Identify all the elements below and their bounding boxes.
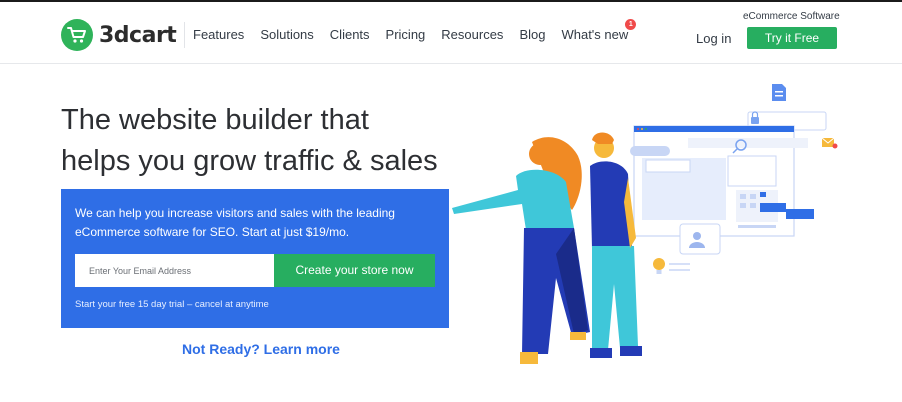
- try-free-button[interactable]: Try it Free: [747, 27, 837, 49]
- hero-title: The website builder that helps you grow …: [61, 100, 481, 182]
- hero-illustration: [452, 84, 838, 364]
- hero-title-line2: helps you grow traffic & sales: [61, 145, 438, 177]
- nav-whats-new[interactable]: What's new 1: [561, 19, 637, 42]
- document-icon: [772, 84, 786, 101]
- learn-more-link[interactable]: Not Ready? Learn more: [182, 341, 340, 357]
- tagline: eCommerce Software: [743, 11, 840, 22]
- browser-window: [630, 125, 814, 237]
- hero-description: We can help you increase visitors and sa…: [75, 206, 395, 239]
- nav-solutions[interactable]: Solutions: [260, 27, 313, 42]
- login-link[interactable]: Log in: [696, 31, 731, 46]
- nav-whats-new-label: What's new: [561, 27, 629, 42]
- logo-text: 3dcart: [99, 22, 177, 48]
- notification-badge: 1: [625, 19, 637, 30]
- site-header: 3dcart Features Solutions Clients Pricin…: [0, 2, 902, 64]
- nav-features[interactable]: Features: [193, 27, 244, 42]
- cart-icon: [61, 19, 93, 51]
- lightbulb-icon: [653, 258, 690, 274]
- email-input[interactable]: [75, 254, 274, 287]
- user-icon: [679, 223, 721, 255]
- woman-figure: [452, 137, 590, 364]
- main-nav: Features Solutions Clients Pricing Resou…: [193, 19, 644, 42]
- signup-panel: We can help you increase visitors and sa…: [61, 189, 449, 328]
- mail-icon: [821, 137, 838, 149]
- create-store-button[interactable]: Create your store now: [274, 254, 435, 287]
- nav-pricing[interactable]: Pricing: [386, 27, 426, 42]
- header-divider: [184, 22, 185, 48]
- logo[interactable]: 3dcart: [61, 18, 177, 52]
- nav-clients[interactable]: Clients: [330, 27, 370, 42]
- nav-blog[interactable]: Blog: [519, 27, 545, 42]
- hero-title-line1: The website builder that: [61, 104, 369, 136]
- trial-note: Start your free 15 day trial – cancel at…: [75, 299, 269, 310]
- nav-resources[interactable]: Resources: [441, 27, 503, 42]
